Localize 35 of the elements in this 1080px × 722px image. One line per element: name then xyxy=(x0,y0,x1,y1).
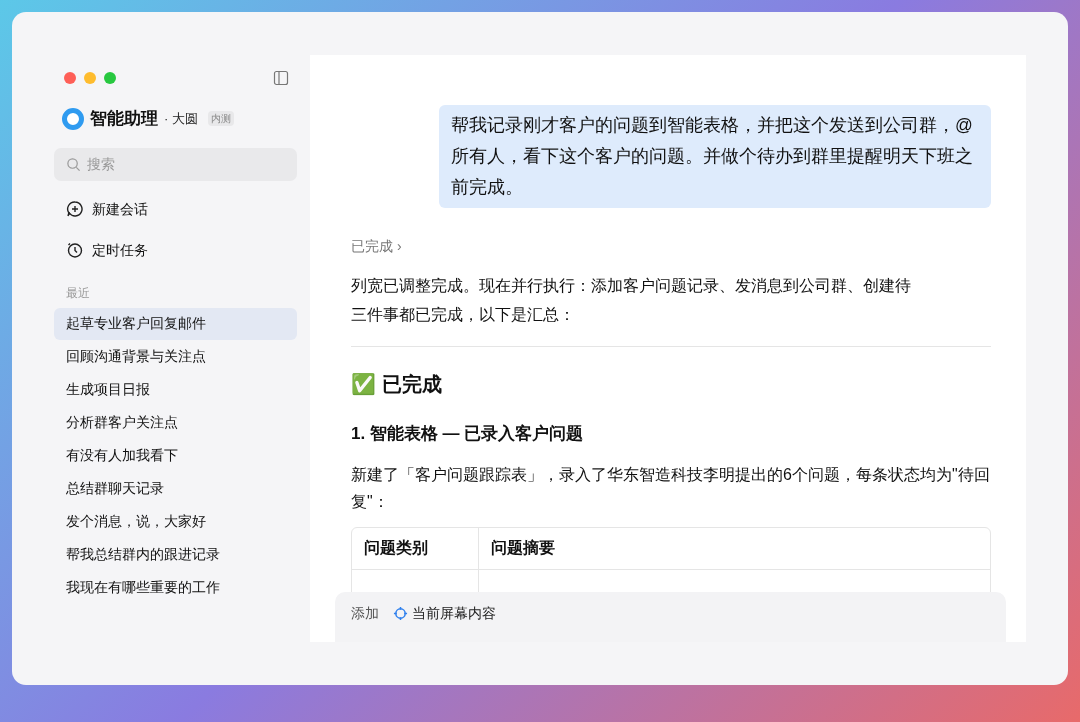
app-name: 智能助理 xyxy=(90,108,158,130)
zoom-control[interactable] xyxy=(104,72,116,84)
sidebar-toggle-icon[interactable] xyxy=(273,70,289,86)
user-name: · 大圆 xyxy=(164,110,198,128)
reply-heading: ✅ 已完成 xyxy=(351,372,443,397)
close-control[interactable] xyxy=(64,72,76,84)
sidebar-action[interactable]: 定时任务 xyxy=(54,229,297,271)
conversation-item[interactable]: 有没有人加我看下 xyxy=(54,439,297,472)
beta-badge: 内测 xyxy=(207,111,234,127)
crosshair-icon xyxy=(393,606,408,621)
conversation-item[interactable]: 分析群客户关注点 xyxy=(54,406,297,439)
column-header: 问题摘要 xyxy=(490,538,556,558)
conversation-item[interactable]: 回顾沟通背景与关注点 xyxy=(54,340,297,373)
add-label: 添加 xyxy=(351,604,379,623)
section-heading: 最近 xyxy=(65,284,91,302)
context-chip[interactable]: 当前屏幕内容 xyxy=(393,603,496,624)
logo-icon xyxy=(62,107,84,130)
conversation-item[interactable]: 我现在有哪些重要的工作 xyxy=(54,571,297,604)
conversation-item[interactable]: 总结群聊天记录 xyxy=(54,472,297,505)
conversation-item[interactable]: 起草专业客户回复邮件 xyxy=(54,307,297,340)
search-icon xyxy=(66,156,81,172)
conversation-item[interactable]: 发个消息，说，大家好 xyxy=(54,505,297,538)
conversation-item[interactable]: 生成项目日报 xyxy=(54,373,297,406)
status-link[interactable]: 已完成 › xyxy=(351,236,402,257)
user-message: 帮我记录刚才客户的问题到智能表格，并把这个发送到公司群，@所有人，看下这个客户的问题。并做个待办到群里提醒明天下班之前完成。 xyxy=(439,105,991,208)
section-text: 新建了「客户问题跟踪表」，录入了华东智造科技李明提出的6个问题，每条状态均为"待回复"： xyxy=(351,464,991,512)
reply-text: 列宽已调整完成。现在并行执行：添加客户问题记录、发消息到公司群、创建待 三件事都已完成，以下是汇总： xyxy=(351,276,912,325)
timer-icon xyxy=(66,241,84,259)
column-header: 问题类别 xyxy=(352,527,479,569)
chat-plus-icon xyxy=(66,200,84,218)
conversation-item[interactable]: 帮我总结群内的跟进记录 xyxy=(54,538,297,571)
search-field[interactable]: 搜索 xyxy=(54,147,297,181)
minimize-control[interactable] xyxy=(84,72,96,84)
section-title: 1. 智能表格 — 已录入客户问题 xyxy=(351,423,585,445)
sidebar-action[interactable]: 新建会话 xyxy=(54,188,297,230)
